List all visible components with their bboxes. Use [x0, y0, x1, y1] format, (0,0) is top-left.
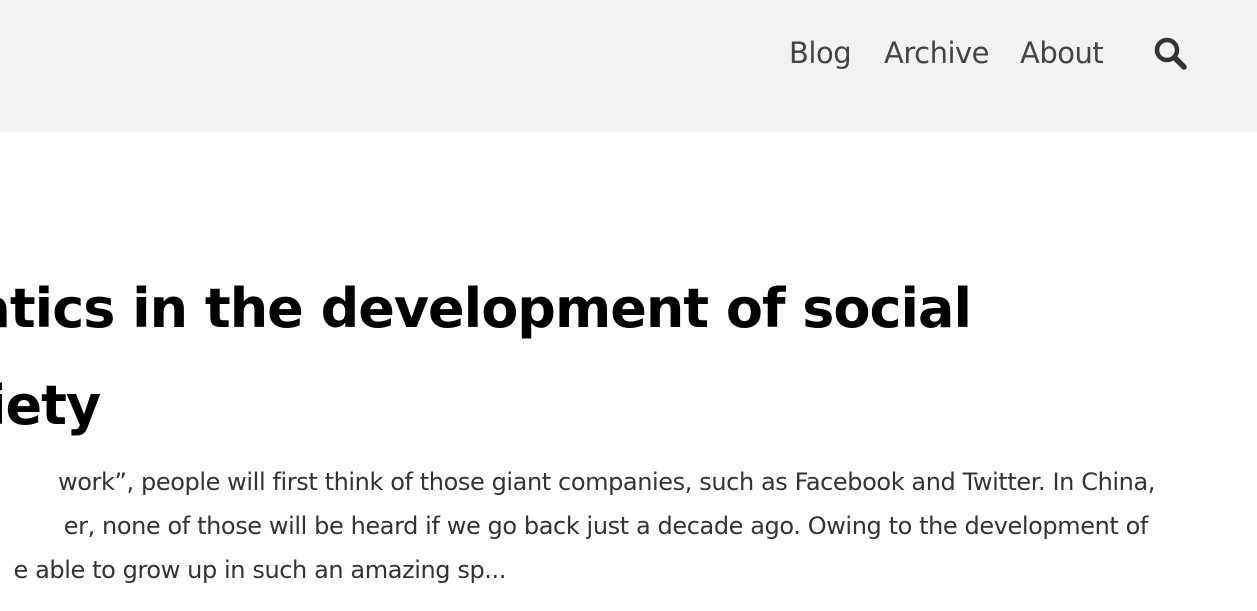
excerpt-line: er, none of those will be heard if we go… — [63, 512, 1149, 540]
post-title[interactable]: natics in the development of social ir i… — [0, 260, 972, 454]
search-button[interactable] — [1153, 36, 1189, 72]
excerpt-line: e able to grow up in such an amazing sp.… — [13, 556, 507, 584]
nav-link-about[interactable]: About — [1020, 36, 1104, 70]
post-title-line[interactable]: natics in the development of social — [0, 260, 972, 357]
post-title-line[interactable]: ir impact on society — [0, 357, 552, 454]
nav-link-blog[interactable]: Blog — [789, 36, 852, 70]
post-preview: natics in the development of social ir i… — [0, 132, 1257, 611]
excerpt-line: work”, people will first think of those … — [58, 468, 1155, 496]
site-header: Blog Archive About — [0, 0, 1257, 132]
search-icon — [1154, 37, 1187, 70]
nav-link-archive[interactable]: Archive — [884, 36, 990, 70]
